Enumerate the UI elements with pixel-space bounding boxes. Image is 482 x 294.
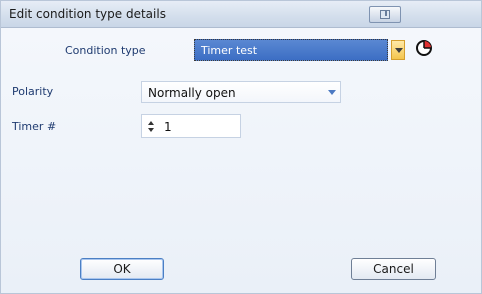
condition-type-label: Condition type — [65, 44, 146, 57]
cancel-button[interactable]: Cancel — [351, 258, 436, 280]
dialog-title: Edit condition type details — [9, 7, 166, 21]
chevron-down-icon — [328, 90, 336, 95]
title-bar: Edit condition type details — [1, 1, 481, 28]
timer-label: Timer # — [12, 120, 57, 133]
polarity-value: Normally open — [148, 86, 236, 100]
edit-condition-dialog: Edit condition type details Condition ty… — [0, 0, 482, 294]
condition-type-select[interactable]: Timer test — [194, 39, 388, 61]
polarity-select[interactable]: Normally open — [141, 81, 341, 103]
timer-value: 1 — [164, 120, 172, 134]
polarity-label: Polarity — [12, 85, 54, 98]
pie-chart-icon[interactable] — [415, 39, 433, 57]
timer-stepper[interactable]: 1 — [141, 114, 241, 138]
condition-type-value: Timer test — [201, 44, 258, 57]
chevron-down-icon[interactable] — [391, 40, 405, 60]
restore-window-icon[interactable] — [369, 6, 401, 23]
ok-button[interactable]: OK — [80, 258, 164, 280]
spin-down-icon[interactable] — [148, 128, 154, 132]
spin-up-icon[interactable] — [148, 121, 154, 125]
